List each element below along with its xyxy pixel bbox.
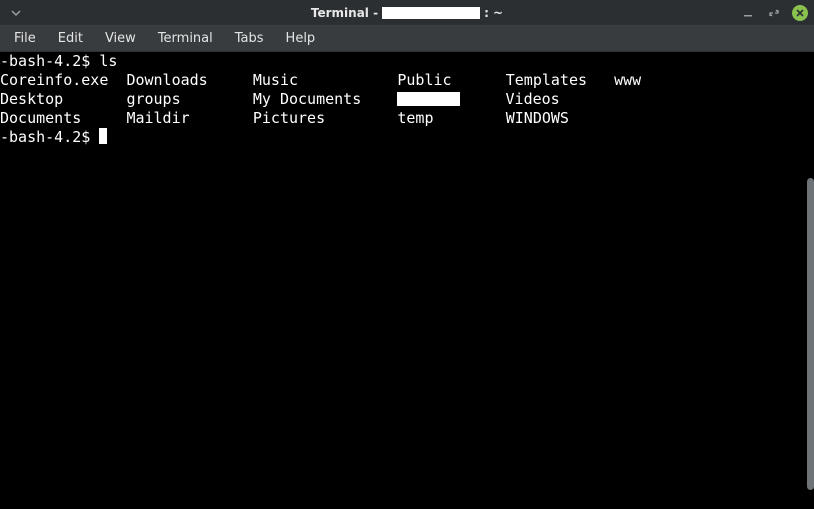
cursor [99,128,107,144]
window-title-suffix: : ~ [484,6,503,20]
menu-file[interactable]: File [4,28,46,49]
menu-help[interactable]: Help [276,28,326,49]
minimize-button[interactable] [740,5,756,21]
menubar: File Edit View Terminal Tabs Help [0,25,814,52]
menu-edit[interactable]: Edit [48,28,93,49]
titlebar[interactable]: Terminal - : ~ [0,0,814,25]
terminal-area: -bash-4.2$ lsCoreinfo.exe Downloads Musi… [0,52,814,509]
scrollbar-thumb[interactable] [807,178,814,490]
close-button[interactable] [792,5,808,21]
window-title: Terminal - : ~ [311,6,503,20]
window-title-masked [382,7,480,19]
scrollbar[interactable] [804,52,814,509]
menu-tabs[interactable]: Tabs [225,28,274,49]
window-title-prefix: Terminal - [311,6,378,20]
maximize-button[interactable] [766,5,782,21]
terminal-output[interactable]: -bash-4.2$ lsCoreinfo.exe Downloads Musi… [0,52,804,509]
terminal-window: Terminal - : ~ File Edit View Terminal T… [0,0,814,509]
menu-terminal[interactable]: Terminal [148,28,223,49]
app-menu-icon[interactable] [8,5,24,21]
menu-view[interactable]: View [95,28,146,49]
